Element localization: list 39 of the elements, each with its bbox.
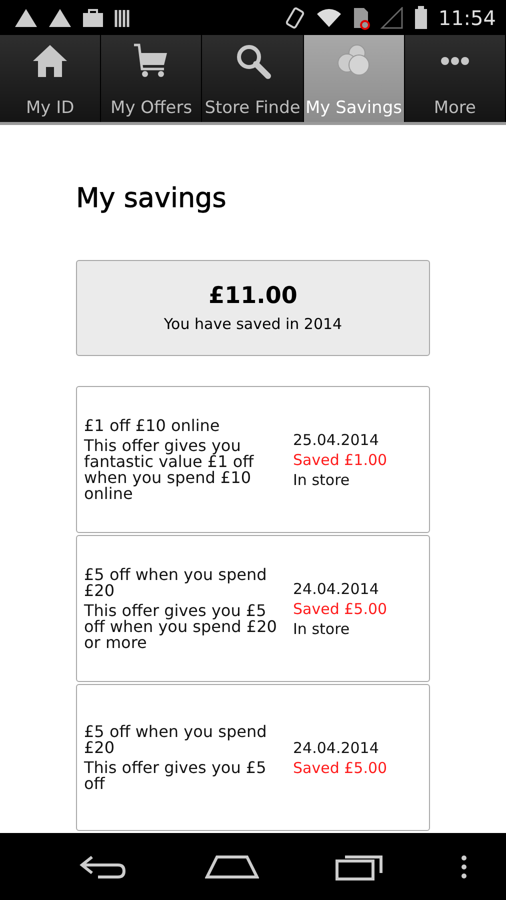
saving-channel: In store: [293, 470, 351, 490]
recent-apps-icon[interactable]: [335, 852, 384, 880]
tab[interactable]: My ID: [0, 35, 102, 122]
more-icon: [440, 56, 470, 66]
saved-amount: Saved £5.00: [293, 598, 388, 618]
saving-card[interactable]: £5 off when you spend £20 This offer gives you £5 off when you spend £20 or more 24.04.2014 Saved £5.00 In store: [76, 535, 430, 682]
offer-description: This offer gives you £5 off when you spend £20 or more: [84, 602, 278, 650]
saving-date: 25.04.2014: [293, 430, 380, 450]
app-icon: [14, 8, 38, 28]
page-title: My savings: [76, 183, 228, 214]
summary-caption: You have saved in 2014: [164, 315, 342, 333]
app-icon: [48, 8, 72, 28]
battery-icon: [414, 6, 428, 30]
total-amount: £11.00: [208, 283, 298, 309]
home-icon: [31, 43, 70, 79]
offer-name: £1 off £10 online: [84, 418, 221, 434]
menu-icon[interactable]: [460, 854, 468, 880]
saved-amount: Saved £5.00: [293, 758, 388, 778]
tab[interactable]: Store Finde: [202, 35, 304, 122]
saving-date: 24.04.2014: [293, 738, 380, 758]
saving-channel: In store: [293, 618, 351, 638]
barcode-icon: [114, 8, 132, 28]
saving-date: 24.04.2014: [293, 578, 380, 598]
vibrate-icon: [284, 6, 306, 30]
wifi-icon: [316, 6, 342, 28]
offer-name: £5 off when you spend £20: [84, 566, 268, 598]
offer-description: This offer gives you fantastic value £1 off when you spend £10 online: [84, 438, 255, 502]
saving-card[interactable]: £1 off £10 online This offer gives you fantastic value £1 off when you spend £10 online 25.04.2014 Saved £1.00 In store: [76, 386, 430, 533]
tab[interactable]: More: [404, 35, 506, 122]
offer-description: This offer gives you £5 off: [84, 760, 268, 792]
signal-icon: [380, 6, 404, 28]
saved-amount: Saved £1.00: [293, 450, 388, 470]
home-icon[interactable]: [204, 854, 259, 878]
clock-time: 11:54: [438, 6, 496, 30]
briefcase-icon: [82, 8, 104, 28]
tab[interactable]: My Offers: [101, 35, 202, 122]
sim-card-icon: [352, 6, 370, 30]
offer-name: £5 off when you spend £20: [84, 724, 268, 756]
saving-card[interactable]: £5 off when you spend £20 This offer gives you £5 off 24.04.2014 Saved £5.00: [76, 684, 430, 831]
